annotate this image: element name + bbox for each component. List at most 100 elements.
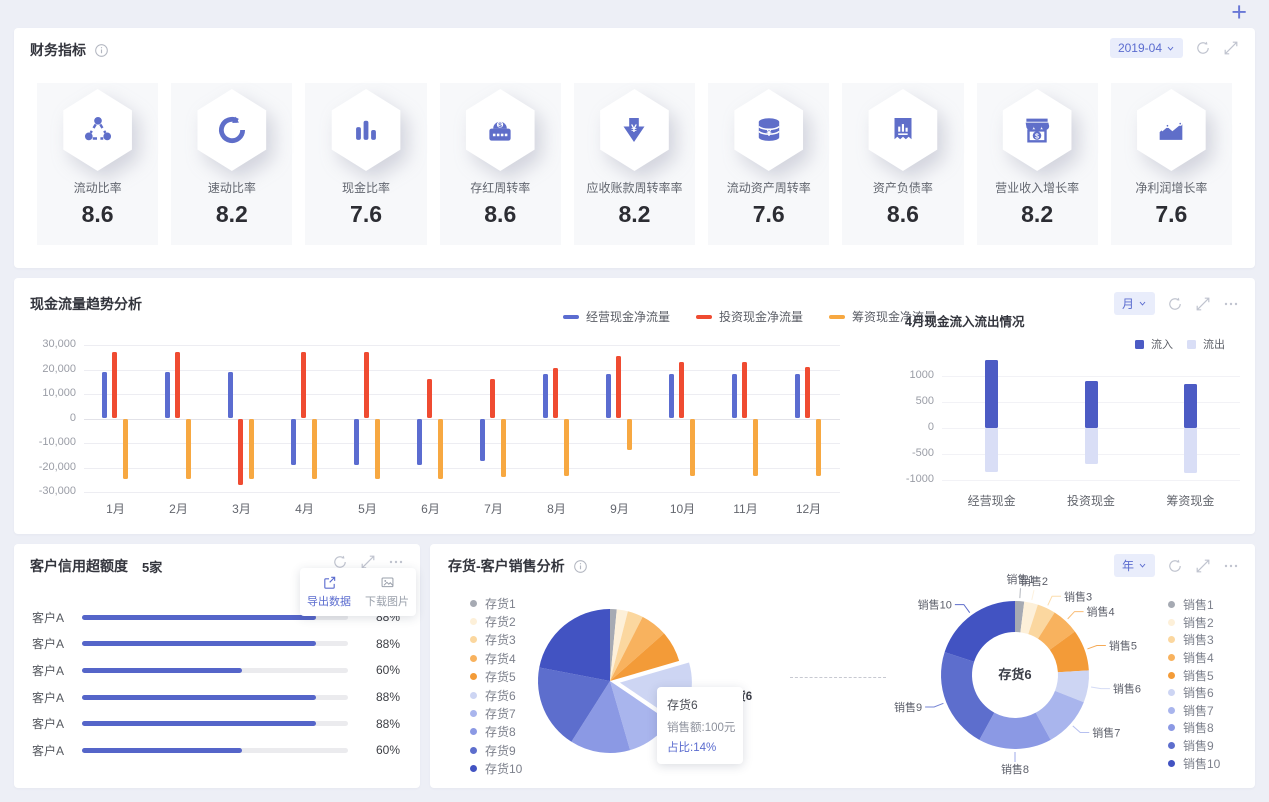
- cashflow-bar: [354, 418, 359, 466]
- legend-marker: [696, 314, 713, 319]
- credit-panel-title: 客户信用超额度: [30, 558, 128, 574]
- chart-actions-popup: 导出数据 下载图片: [300, 568, 416, 616]
- legend-item[interactable]: 销售5: [1168, 666, 1220, 684]
- circular-arrow-icon: [193, 89, 271, 171]
- more-icon[interactable]: [1223, 558, 1239, 574]
- credit-bar-track: [82, 641, 348, 647]
- legend-item[interactable]: 销售8: [1168, 719, 1220, 737]
- period-dropdown[interactable]: 2019-04: [1109, 38, 1183, 58]
- donut-slice[interactable]: [944, 601, 1015, 662]
- legend-dot: [1168, 618, 1175, 626]
- finance-panel-title: 财务指标: [30, 42, 86, 58]
- add-widget-button[interactable]: +: [1231, 0, 1247, 28]
- credit-row: 客户A 60%: [32, 657, 400, 684]
- credit-row: 客户A 88%: [32, 631, 400, 658]
- legend-dot: [1168, 601, 1175, 609]
- metric-label: 存红周转率: [470, 181, 531, 195]
- credit-percent: 60%: [375, 743, 400, 758]
- dashboard: + 财务指标 2019-04 流动比率 8.6 速动比率 8.2 现金比率 7.…: [0, 0, 1269, 802]
- credit-bar-fill: [82, 614, 317, 620]
- customer-credit-panel: 客户信用超额度 5家 导出数据 下载图片 客户A 88% 客户A 88% 客户A…: [14, 544, 420, 788]
- coin-stack-icon: ¥: [730, 89, 808, 171]
- chevron-down-icon: [1167, 46, 1174, 51]
- donut-callout-label: 销售6: [1113, 682, 1141, 696]
- legend-item[interactable]: 存货1: [470, 594, 522, 612]
- expand-icon[interactable]: [1223, 40, 1239, 56]
- granularity-value: 月: [1121, 297, 1134, 311]
- donut-callout-label: 销售7: [1092, 726, 1120, 740]
- metric-value: 8.2: [1021, 201, 1054, 227]
- pie-tooltip: 存货6 销售额:100元 占比:14%: [657, 687, 743, 764]
- svg-text:¥: ¥: [766, 128, 772, 139]
- legend-dot: [470, 765, 477, 773]
- legend-dot: [1168, 706, 1175, 714]
- tooltip-title: 存货6: [667, 698, 698, 712]
- expand-icon[interactable]: [1195, 296, 1211, 312]
- granularity-dropdown[interactable]: 月: [1113, 292, 1155, 315]
- legend-item[interactable]: 销售10: [1168, 754, 1220, 772]
- credit-percent: 88%: [375, 690, 400, 705]
- legend-item[interactable]: 销售7: [1168, 702, 1220, 720]
- donut-callout-label: 销售2: [1020, 574, 1048, 588]
- legend-item[interactable]: 销售3: [1168, 631, 1220, 649]
- refresh-icon[interactable]: [1195, 40, 1211, 56]
- cashflow-bar: [102, 371, 107, 419]
- chevron-down-icon: [1139, 301, 1146, 306]
- credit-count: 5家: [142, 559, 163, 575]
- legend-item[interactable]: 销售2: [1168, 614, 1220, 632]
- legend-item[interactable]: 投资现金净流量: [696, 308, 803, 325]
- legend-item[interactable]: 存货5: [470, 668, 522, 686]
- legend-dot: [470, 691, 477, 699]
- refresh-icon[interactable]: [1167, 558, 1183, 574]
- credit-bar-track: [82, 721, 348, 727]
- legend-item[interactable]: 存货10: [470, 760, 522, 778]
- outflow-bar: [1183, 428, 1197, 474]
- download-image-button[interactable]: 下载图片: [365, 575, 409, 609]
- legend-dot: [1168, 724, 1175, 732]
- metric-card: 净利润增长率 7.6: [1110, 83, 1232, 245]
- metric-label: 流动资产周转率: [726, 181, 811, 195]
- info-icon[interactable]: [573, 559, 588, 574]
- cashflow-bar: [553, 368, 558, 419]
- metric-value: 8.2: [215, 201, 248, 227]
- legend-item[interactable]: 存货4: [470, 649, 522, 667]
- donut-slice[interactable]: [941, 652, 995, 740]
- credit-percent: 60%: [375, 663, 400, 678]
- metric-value: 8.6: [81, 201, 114, 227]
- info-icon[interactable]: [94, 43, 109, 58]
- more-icon[interactable]: [1223, 296, 1239, 312]
- cashflow-bar: [753, 418, 758, 477]
- cashflow-bar: [816, 418, 821, 477]
- export-data-button[interactable]: 导出数据: [307, 575, 351, 609]
- legend-item[interactable]: 存货8: [470, 723, 522, 741]
- cashflow-bar: [291, 418, 296, 466]
- legend-item[interactable]: 销售9: [1168, 737, 1220, 755]
- legend-item[interactable]: 经营现金净流量: [563, 308, 670, 325]
- legend-dot: [1168, 759, 1175, 767]
- expand-icon[interactable]: [1195, 558, 1211, 574]
- metric-card: $ 存红周转率 8.6: [439, 83, 561, 245]
- customer-name: 客户A: [32, 610, 65, 625]
- legend-item[interactable]: 销售1: [1168, 596, 1220, 614]
- legend-item[interactable]: 流出: [1187, 336, 1225, 352]
- legend-item[interactable]: 存货6: [470, 686, 522, 704]
- metric-label: 速动比率: [207, 181, 256, 195]
- legend-item[interactable]: 存货3: [470, 631, 522, 649]
- legend-item[interactable]: 存货2: [470, 612, 522, 630]
- legend-item[interactable]: 销售6: [1168, 684, 1220, 702]
- legend-item[interactable]: 存货7: [470, 704, 522, 722]
- metric-label: 净利润增长率: [1135, 181, 1208, 195]
- legend-dot: [470, 654, 477, 662]
- legend-dot: [470, 673, 477, 681]
- cashflow-bar: [627, 418, 632, 451]
- metric-value: 8.6: [484, 201, 517, 227]
- legend-item[interactable]: 销售4: [1168, 649, 1220, 667]
- metric-label: 应收账款周转率率: [586, 181, 683, 195]
- cashflow-bar: [312, 418, 317, 479]
- legend-item[interactable]: 流入: [1135, 336, 1173, 352]
- customer-name: 客户A: [32, 663, 65, 678]
- refresh-icon[interactable]: [1167, 296, 1183, 312]
- legend-item[interactable]: 存货9: [470, 741, 522, 759]
- metric-value: 8.6: [886, 201, 919, 227]
- legend-marker: [829, 314, 846, 319]
